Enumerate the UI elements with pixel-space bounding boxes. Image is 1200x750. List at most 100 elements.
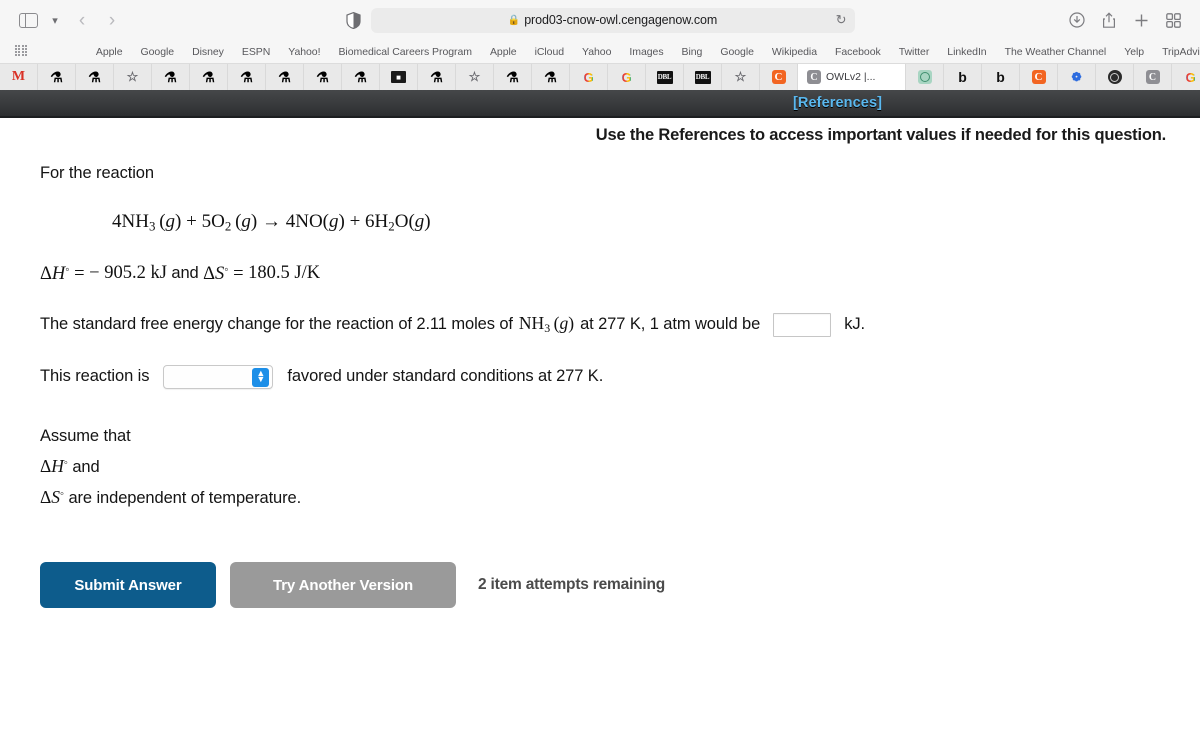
cengage-orange-icon: C bbox=[771, 70, 786, 84]
bookmark-item[interactable]: Facebook bbox=[826, 46, 890, 58]
back-arrow-icon[interactable]: ‹ bbox=[68, 7, 96, 33]
assume-block: Assume that ΔH◦ and ΔS◦ are independent … bbox=[40, 421, 1200, 515]
privacy-shield-icon[interactable] bbox=[345, 11, 361, 29]
browser-tab[interactable]: ■ bbox=[380, 64, 418, 90]
try-another-version-button[interactable]: Try Another Version bbox=[230, 562, 456, 609]
browser-tab[interactable]: b bbox=[982, 64, 1020, 90]
question-unit: kJ. bbox=[844, 315, 865, 333]
bookmark-item[interactable]: Google bbox=[132, 46, 184, 58]
cengage-orange-icon: C bbox=[1031, 70, 1046, 84]
bookmark-item[interactable]: ESPN bbox=[233, 46, 279, 58]
browser-tab[interactable]: M bbox=[0, 64, 38, 90]
browser-tab[interactable]: DBL bbox=[646, 64, 684, 90]
plus-icon[interactable] bbox=[1130, 7, 1152, 33]
burst-icon: ❁ bbox=[1071, 70, 1082, 84]
sidebar-toggle-icon[interactable] bbox=[14, 7, 42, 33]
browser-tab[interactable]: G bbox=[608, 64, 646, 90]
browser-tab[interactable]: ⚗ bbox=[228, 64, 266, 90]
bookmark-item[interactable]: Disney bbox=[183, 46, 233, 58]
bookmark-item[interactable]: Twitter bbox=[890, 46, 939, 58]
browser-tab[interactable]: ⚗ bbox=[152, 64, 190, 90]
flask-icon: ⚗ bbox=[278, 68, 291, 85]
delta-s-unit: J/K bbox=[294, 263, 321, 284]
browser-tab[interactable]: ☆ bbox=[722, 64, 760, 90]
submit-answer-button[interactable]: Submit Answer bbox=[40, 562, 216, 609]
browser-tab[interactable]: ☆ bbox=[114, 64, 152, 90]
favored-select[interactable]: ▲ ▼ bbox=[163, 364, 274, 389]
url-bar[interactable]: 🔒 prod03-cnow-owl.cengagenow.com ↻ bbox=[370, 7, 855, 33]
bookmark-item[interactable]: Bing bbox=[673, 46, 712, 58]
reload-icon[interactable]: ↻ bbox=[836, 12, 847, 28]
delta-s-expression: ΔS◦ = bbox=[203, 261, 249, 284]
bookmark-item[interactable]: Google bbox=[711, 46, 763, 58]
favored-text-after: favored under standard conditions at 277… bbox=[287, 367, 604, 385]
browser-tab[interactable] bbox=[1096, 64, 1134, 90]
forward-arrow-icon[interactable]: › bbox=[98, 7, 126, 33]
favored-line: This reaction is ▲ ▼ favored under standa… bbox=[40, 364, 1200, 389]
bookmark-item[interactable]: Images bbox=[620, 46, 672, 58]
download-icon[interactable] bbox=[1066, 7, 1088, 33]
browser-tab[interactable]: C bbox=[1020, 64, 1058, 90]
chevron-down-icon[interactable]: ▾ bbox=[44, 7, 66, 33]
browser-tab[interactable]: ☆ bbox=[456, 64, 494, 90]
assume-line-3: ΔS◦ are independent of temperature. bbox=[40, 482, 1200, 514]
browser-tab[interactable]: ⚗ bbox=[38, 64, 76, 90]
url-text: prod03-cnow-owl.cengagenow.com bbox=[524, 13, 718, 27]
blackboard-icon: b bbox=[958, 69, 967, 85]
flask-icon: ⚗ bbox=[506, 68, 519, 85]
google-icon: G bbox=[581, 70, 596, 85]
dbl-icon: DBL bbox=[656, 70, 673, 84]
assume-text-2: and bbox=[72, 457, 100, 476]
references-hint-row: Use the References to access important v… bbox=[0, 118, 1200, 152]
bookmark-item[interactable]: iCloud bbox=[526, 46, 573, 58]
apps-grid-icon[interactable] bbox=[15, 44, 27, 59]
assume-text-3: are independent of temperature. bbox=[68, 489, 302, 508]
answer-input[interactable] bbox=[773, 312, 832, 337]
gmail-icon: M bbox=[11, 69, 26, 84]
question-text-mid: at 277 K, 1 atm would be bbox=[580, 315, 761, 333]
browser-tab[interactable]: ❁ bbox=[1058, 64, 1096, 90]
browser-tab[interactable]: ⚗ bbox=[266, 64, 304, 90]
bookmark-item[interactable]: The Weather Channel bbox=[996, 46, 1116, 58]
flask-icon: ⚗ bbox=[430, 68, 443, 85]
browser-tab[interactable]: G bbox=[1172, 64, 1200, 90]
browser-tab[interactable]: G bbox=[570, 64, 608, 90]
browser-tab[interactable]: ⚗ bbox=[494, 64, 532, 90]
browser-tab[interactable] bbox=[906, 64, 944, 90]
active-tab[interactable]: C OWLv2 |... bbox=[798, 64, 906, 90]
browser-chrome: ▾ ‹ › 🔒 prod03-cnow-owl.cengagenow.com ↻… bbox=[0, 0, 1200, 90]
browser-tab[interactable]: ⚗ bbox=[418, 64, 456, 90]
flask-icon: ⚗ bbox=[354, 68, 367, 85]
thermo-conjunction: and bbox=[171, 264, 199, 283]
browser-tab[interactable]: C bbox=[1134, 64, 1172, 90]
bookmark-item[interactable]: Yahoo! bbox=[279, 46, 329, 58]
share-icon[interactable] bbox=[1098, 7, 1120, 33]
bookmark-item[interactable]: LinkedIn bbox=[938, 46, 995, 58]
delta-h-value: − 905.2 bbox=[89, 263, 146, 284]
delta-s-value: 180.5 bbox=[248, 263, 290, 284]
bookmark-item[interactable]: Wikipedia bbox=[763, 46, 826, 58]
browser-tab[interactable]: ⚗ bbox=[76, 64, 114, 90]
reaction-intro-line: For the reaction bbox=[40, 164, 1200, 183]
question-text-before: The standard free energy change for the … bbox=[40, 315, 513, 333]
bookmark-item[interactable]: Biomedical Careers Program bbox=[329, 46, 481, 58]
bookmark-item[interactable]: Yelp bbox=[1115, 46, 1153, 58]
bookmark-item[interactable]: Apple bbox=[481, 46, 526, 58]
attempts-remaining-text: 2 item attempts remaining bbox=[478, 576, 666, 594]
bookmark-item[interactable]: TripAdvisor bbox=[1153, 46, 1200, 58]
active-tab-title: OWLv2 |... bbox=[826, 71, 876, 83]
thermo-values-line: ΔH◦ = − 905.2 kJ and ΔS◦ = 180.5 J/K bbox=[40, 261, 1200, 284]
bookmark-item[interactable]: Apple bbox=[87, 46, 132, 58]
assume-line-2: ΔH◦ and bbox=[40, 451, 1200, 483]
browser-tab[interactable]: b bbox=[944, 64, 982, 90]
references-link[interactable]: [References] bbox=[793, 95, 882, 111]
browser-tab[interactable]: DBL bbox=[684, 64, 722, 90]
bookmark-item[interactable]: Yahoo bbox=[573, 46, 620, 58]
select-stepper-icon[interactable]: ▲ ▼ bbox=[252, 367, 270, 387]
browser-tab[interactable]: ⚗ bbox=[190, 64, 228, 90]
browser-tab[interactable]: ⚗ bbox=[532, 64, 570, 90]
tab-overview-icon[interactable] bbox=[1162, 7, 1184, 33]
browser-tab[interactable]: C bbox=[760, 64, 798, 90]
browser-tab[interactable]: ⚗ bbox=[304, 64, 342, 90]
browser-tab[interactable]: ⚗ bbox=[342, 64, 380, 90]
